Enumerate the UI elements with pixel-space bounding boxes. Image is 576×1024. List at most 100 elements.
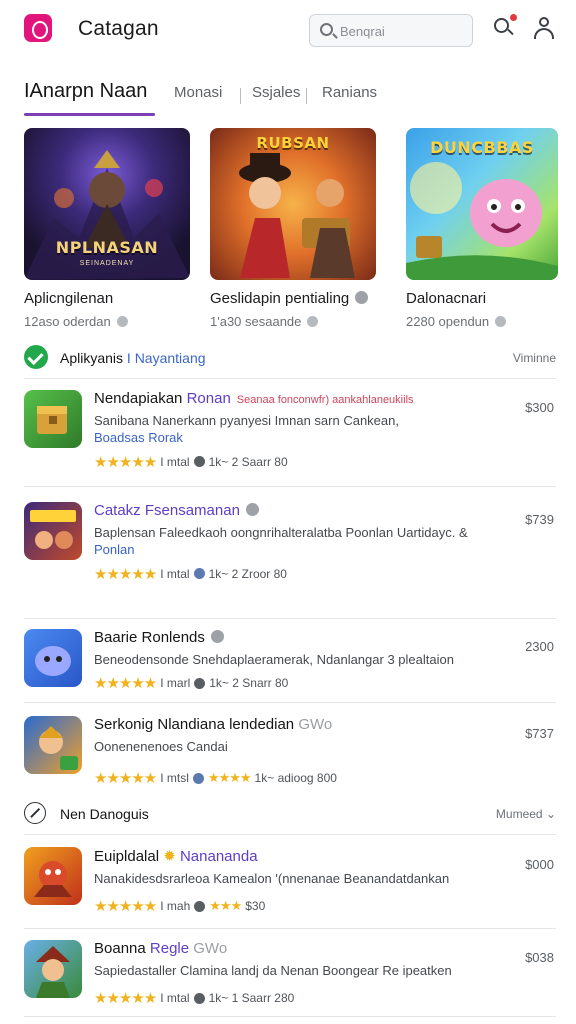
info-icon [307, 316, 319, 327]
item-meta: $30 [245, 899, 266, 914]
rating-text: I mah [160, 899, 191, 914]
item-title-text: Serkonig Nlandiana lendedian [94, 716, 295, 733]
item-price: $300 [525, 400, 554, 415]
featured-thumbnail[interactable]: DUNCBBAS [406, 128, 558, 280]
download-icon [193, 568, 205, 580]
tab-monasi[interactable]: Monasi [174, 84, 222, 101]
featured-art-title: NPLNASAN [55, 238, 159, 257]
list-item-text: Baarie Ronlends Beneodensonde Snehdaplae… [94, 629, 514, 692]
tab-primary[interactable]: IAnarpn Naan [24, 80, 147, 103]
divider [24, 618, 556, 619]
item-description-line: Baplensan Faleedkaoh oongnrihalteralatba… [94, 525, 468, 540]
item-description: Beneodensonde Snehdaplaeramerak, Ndanlan… [94, 651, 514, 668]
list-item-text: Serkonig Nlandiana lendedian GWo Oonenen… [94, 716, 514, 787]
item-brand: Ronan [186, 390, 231, 407]
app-icon[interactable] [24, 847, 82, 905]
item-title-text: Euipldalal [94, 848, 160, 865]
item-description-link[interactable]: Boadsas Rorak [94, 429, 514, 446]
divider [24, 928, 556, 929]
item-price: 2300 [525, 639, 554, 654]
item-description-link[interactable]: Ponlan [94, 541, 514, 558]
tab-divider [306, 88, 307, 104]
list-item[interactable]: Euipldalal ✹ Nanananda Nanakidesdsrarleo… [24, 847, 556, 922]
category-tabs: IAnarpn Naan Monasi Ssjales Ranians [0, 78, 576, 118]
divider [24, 834, 556, 835]
app-icon[interactable] [24, 502, 82, 560]
star-rating-icon: ★★★★★ [94, 898, 157, 916]
list-item-text: Boanna Regle GWo Sapiedastaller Clamina … [94, 940, 514, 1007]
rating-text: I mtal [160, 454, 190, 469]
item-title: Boanna Regle GWo [94, 940, 514, 957]
app-icon[interactable] [24, 940, 82, 998]
featured-art-title: RUBSAN [256, 134, 330, 152]
app-icon[interactable] [24, 716, 82, 774]
star-rating-icon: ★★★★ [207, 770, 252, 786]
sort-dropdown[interactable]: Mumeed ⌄ [496, 807, 556, 821]
rating-text: I mtal [160, 991, 190, 1006]
info-icon [116, 316, 128, 327]
item-meta: 1k~ 1 Saarr 280 [208, 991, 295, 1006]
item-meta: 1k~ 2 Saarr 80 [208, 454, 288, 469]
item-tagline: Seanaa fonconwfr) aankahlaneukiils [236, 394, 414, 406]
logo-icon[interactable] [24, 14, 52, 42]
user-icon[interactable] [534, 17, 554, 39]
item-description-line: Nanakidesdsrarleoa Kamealon '(nnenanae B… [94, 871, 450, 886]
item-description-line: Oonenenenoes Candai [94, 739, 228, 754]
featured-card[interactable]: NPLNASAN SEINADENAY Aplicngilenan 12aso … [24, 128, 190, 329]
search-input[interactable] [340, 21, 466, 41]
section-title: Nen Danoguis [60, 806, 149, 822]
item-rating: ★★★★★ I mtal 1k~ 2 Saarr 80 [94, 453, 514, 471]
search-bar[interactable] [309, 14, 473, 47]
rating-text: I mtsl [160, 771, 189, 786]
featured-card[interactable]: RUBSAN Geslidapin pentialing 1'a30 sesaa… [210, 128, 376, 329]
verified-icon [210, 630, 224, 643]
item-description: Sanibana Nanerkann pyanyesi Imnan sarn C… [94, 412, 514, 447]
star-rating-icon: ★★★★★ [94, 990, 157, 1008]
section-title: Aplikyanis I Nayantiang [60, 350, 206, 366]
divider [24, 486, 556, 487]
section-title-text: Aplikyanis [60, 350, 124, 366]
item-title-text: Catakz Fsensamanan [94, 502, 240, 519]
item-title-text: Nendapiakan [94, 390, 183, 407]
item-description: Baplensan Faleedkaoh oongnrihalteralatba… [94, 524, 514, 559]
featured-meta-text: 1'a30 sesaande [210, 314, 302, 329]
star-rating-icon: ★★★★★ [94, 565, 157, 583]
star-rating-icon: ★★★ [209, 898, 242, 914]
item-rating: ★★★★★ I mtal 1k~ 1 Saarr 280 [94, 989, 514, 1007]
list-item[interactable]: Baarie Ronlends Beneodensonde Snehdaplae… [24, 629, 556, 699]
app-icon[interactable] [24, 629, 82, 687]
download-icon [192, 772, 204, 784]
star-rating-icon: ★★★★★ [94, 675, 157, 693]
list-item[interactable]: Serkonig Nlandiana lendedian GWo Oonenen… [24, 716, 556, 796]
item-rating: ★★★★★ I mtsl ★★★★ 1k~ adioog 800 [94, 769, 514, 787]
item-meta: 1k~ 2 Zroor 80 [208, 566, 287, 581]
featured-thumbnail[interactable]: NPLNASAN SEINADENAY [24, 128, 190, 280]
gear-icon: ✹ [163, 848, 176, 865]
item-brand: Nanananda [179, 848, 258, 865]
featured-card[interactable]: DUNCBBAS Dalonacnari 2280 opendun [406, 128, 558, 329]
app-title: Catagan [78, 17, 159, 40]
item-rating: ★★★★★ I marl 1k~ 2 Snarr 80 [94, 674, 514, 692]
app-icon[interactable] [24, 390, 82, 448]
featured-meta: 1'a30 sesaande [210, 314, 376, 329]
tab-divider [240, 88, 241, 104]
download-icon [193, 456, 205, 468]
notification-icon[interactable] [494, 14, 517, 36]
item-badge: GWo [193, 940, 228, 957]
see-more-link[interactable]: Viminne [513, 351, 556, 365]
tab-ssjales[interactable]: Ssjales [252, 84, 300, 101]
featured-meta-text: 2280 opendun [406, 314, 490, 329]
list-item[interactable]: Nendapiakan Ronan Seanaa fonconwfr) aanka… [24, 390, 556, 480]
featured-name: Aplicngilenan [24, 290, 114, 307]
search-icon [320, 23, 333, 36]
list-item[interactable]: Boanna Regle GWo Sapiedastaller Clamina … [24, 940, 556, 1012]
notification-badge [510, 14, 517, 21]
list-item[interactable]: Catakz Fsensamanan Baplensan Faleedkaoh … [24, 502, 556, 602]
tab-ranians[interactable]: Ranians [322, 84, 377, 101]
check-circle-icon [24, 345, 48, 369]
star-rating-icon: ★★★★★ [94, 453, 157, 471]
active-tab-indicator [24, 113, 155, 116]
item-title: Catakz Fsensamanan [94, 502, 514, 519]
item-meta: 1k~ 2 Snarr 80 [209, 676, 289, 691]
featured-thumbnail[interactable]: RUBSAN [210, 128, 376, 280]
